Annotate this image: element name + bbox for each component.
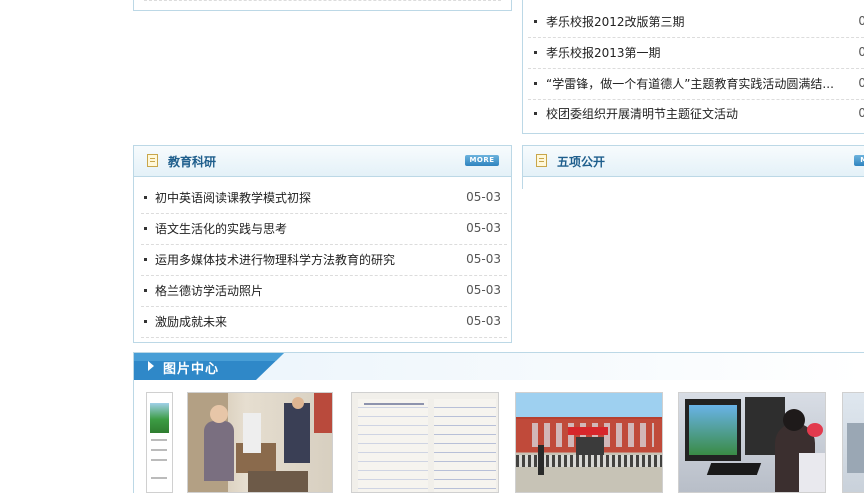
gallery-thumb-handwritten-essay[interactable] [351,392,499,493]
more-button[interactable]: M [854,155,864,166]
article-title[interactable]: 格兰德访学活动照片 [155,282,263,299]
news-title[interactable]: 孝乐校报2013第一期 [546,44,661,61]
gallery-thumb-newspaper[interactable] [146,392,173,493]
list-item[interactable]: 格兰德访学活动照片 05-03 [141,276,507,307]
bullet-icon [534,51,537,54]
gallery-thumb-partial[interactable] [842,392,864,493]
article-title[interactable]: 语文生活化的实践与思考 [155,220,287,237]
list-item[interactable]: 初中英语阅读课教学模式初探 05-03 [141,183,507,214]
news-date: 0 [858,106,864,120]
research-panel-title: 教育科研 [168,155,217,169]
article-date: 05-03 [466,221,501,235]
news-title[interactable]: 校团委组织开展清明节主题征文活动 [546,105,738,122]
list-item[interactable]: 校团委组织开展清明节主题征文活动 0 [528,99,864,130]
document-icon [147,154,158,167]
list-item[interactable]: 孝乐校报2012改版第三期 0 [528,7,864,38]
bullet-icon [144,320,147,323]
play-arrow-icon [148,361,154,371]
gallery-title: 图片中心 [163,362,220,377]
article-date: 05-03 [466,252,501,266]
five-public-panel-title: 五项公开 [557,155,606,169]
article-title[interactable]: 运用多媒体技术进行物理科学方法教育的研究 [155,251,395,268]
bullet-icon [534,112,537,115]
gallery-thumb-school-assembly[interactable] [515,392,663,493]
bullet-icon [144,196,147,199]
list-item[interactable]: 语文生活化的实践与思考 05-03 [141,214,507,245]
five-public-panel: 五项公开 M [522,145,864,189]
document-icon [536,154,547,167]
list-item[interactable]: “学雷锋，做一个有道德人”主题教育实践活动圆满结... 0 [528,69,864,100]
article-title[interactable]: 初中英语阅读课教学模式初探 [155,189,311,206]
news-date: 0 [858,14,864,28]
news-title[interactable]: 孝乐校报2012改版第三期 [546,13,685,30]
five-public-panel-header: 五项公开 M [523,146,864,177]
article-date: 05-03 [466,314,501,328]
bullet-icon [144,227,147,230]
news-date: 0 [858,76,864,90]
news-date: 0 [858,45,864,59]
bullet-icon [534,20,537,23]
list-item[interactable]: 孝乐校报2013第一期 0 [528,38,864,69]
research-panel-header: 教育科研 MORE [134,146,511,177]
article-date: 05-03 [466,283,501,297]
list-item[interactable]: 激励成就未来 05-03 [141,307,507,338]
article-date: 05-03 [466,190,501,204]
gallery-thumb-elderly-visit[interactable] [187,392,333,493]
newspaper-image-block [150,403,169,433]
top-left-panel-bottom [133,0,512,11]
list-item[interactable]: 运用多媒体技术进行物理科学方法教育的研究 05-03 [141,245,507,276]
bullet-icon [144,289,147,292]
gallery-thumb-computer-class[interactable] [678,392,826,493]
bullet-icon [144,258,147,261]
more-button[interactable]: MORE [465,155,499,166]
bullet-icon [534,82,537,85]
article-title[interactable]: 激励成就未来 [155,313,227,330]
news-title[interactable]: “学雷锋，做一个有道德人”主题教育实践活动圆满结... [546,75,834,92]
